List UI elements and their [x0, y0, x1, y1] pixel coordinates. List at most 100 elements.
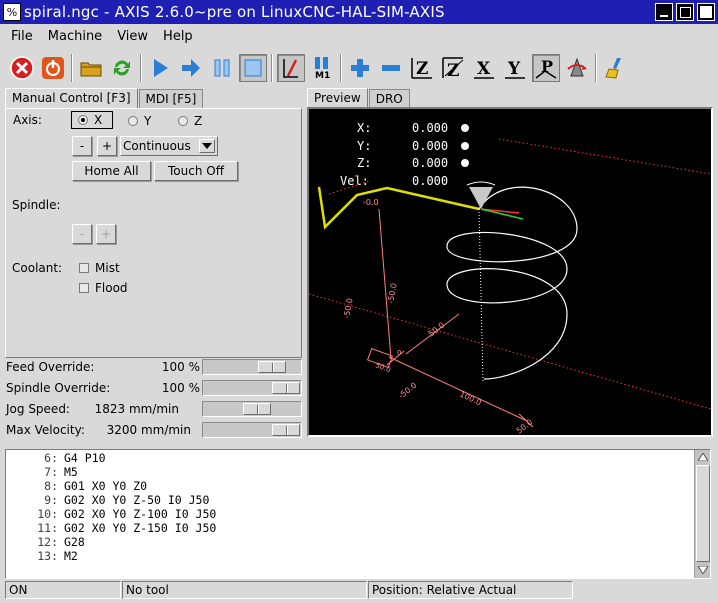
reload-icon [114, 60, 130, 76]
toolbar: M1 Z Z X Y P [0, 50, 718, 86]
toolpath-preview[interactable]: -0.0 -50.0 50.0 50.0 0 -50.0 100.0 50.0 … [307, 107, 713, 437]
rotate-icon [567, 57, 587, 77]
flood-checkbox[interactable]: Flood [79, 281, 128, 295]
view-p-button[interactable]: P [532, 54, 560, 82]
axis-z-radio[interactable]: Z [178, 114, 202, 128]
slider-thumb[interactable] [272, 382, 300, 394]
home-all-button[interactable]: Home All [72, 161, 151, 181]
scroll-up-icon[interactable] [696, 450, 710, 464]
run-button[interactable] [146, 54, 174, 82]
menu-machine[interactable]: Machine [41, 29, 110, 44]
block-delete-button[interactable] [277, 54, 305, 82]
view-p-icon: P [535, 57, 557, 79]
zoom-in-icon [351, 59, 369, 77]
spindle-label: Spindle: [12, 198, 61, 212]
jog-plus-button[interactable]: + [97, 136, 117, 156]
jog-minus-button[interactable]: - [72, 136, 92, 156]
step-button[interactable] [177, 54, 205, 82]
dro-z-value: 0.000 [412, 156, 448, 170]
dro-y-label: Y: [357, 139, 371, 153]
slider-thumb[interactable] [243, 403, 271, 415]
toolbar-separator [271, 54, 273, 82]
gcode-line[interactable]: 12: G28 [6, 535, 696, 549]
toolbar-separator [71, 54, 73, 82]
touch-off-button[interactable]: Touch Off [154, 161, 238, 181]
traverse-path [317, 186, 480, 230]
radio-indicator [78, 115, 88, 125]
dim-label: 50.0 [515, 418, 535, 435]
jog-speed-slider[interactable] [202, 401, 302, 417]
slider-thumb[interactable] [258, 361, 286, 373]
menu-help[interactable]: Help [156, 29, 201, 44]
tab-mdi[interactable]: MDI [F5] [138, 89, 204, 108]
open-file-button[interactable] [77, 54, 105, 82]
gcode-line[interactable]: 8: G01 X0 Y0 Z0 [6, 479, 696, 493]
spindle-minus-button[interactable]: - [72, 224, 92, 244]
slider-thumb[interactable] [272, 424, 300, 436]
gcode-line[interactable]: 10: G02 X0 Y0 Z-100 I0 J50 [6, 507, 696, 521]
max-velocity-row: Max Velocity: 3200 mm/min [5, 421, 302, 439]
spindle-override-slider[interactable] [202, 380, 302, 396]
axis-label: Axis: [13, 113, 42, 127]
app-icon[interactable]: % [3, 3, 21, 21]
svg-text:P: P [541, 57, 553, 76]
zoom-out-icon [382, 65, 400, 71]
max-velocity-slider[interactable] [202, 422, 302, 438]
gcode-scrollbar[interactable] [694, 450, 710, 578]
spindle-plus-button[interactable]: + [96, 224, 116, 244]
zoom-out-button[interactable] [377, 54, 405, 82]
preview-panel: Preview DRO -0.0 -50.0 50.0 50.0 0 -50.0… [307, 88, 713, 437]
estop-button[interactable] [8, 54, 36, 82]
svg-text:Z: Z [416, 59, 428, 79]
view-z-button[interactable]: Z [408, 54, 436, 82]
gcode-line[interactable]: 11: G02 X0 Y0 Z-150 I0 J50 [6, 521, 696, 535]
view-y-button[interactable]: Y [501, 54, 529, 82]
mist-checkbox[interactable]: Mist [79, 261, 120, 275]
estop-icon [10, 56, 34, 80]
minimize-button[interactable] [655, 3, 673, 21]
zoom-in-button[interactable] [346, 54, 374, 82]
dro-y-value: 0.000 [412, 139, 448, 153]
gcode-listing[interactable]: 6: G4 P10 7: M5 8: G01 X0 Y0 Z0 9: G02 X0 Y0… [5, 449, 711, 579]
gcode-line[interactable]: 9: G02 X0 Y0 Z-50 I0 J50 [6, 493, 696, 507]
optional-stop-label: M1 [315, 71, 331, 81]
scroll-down-icon[interactable] [696, 563, 710, 577]
maximize-button[interactable] [676, 3, 694, 21]
menu-view[interactable]: View [110, 29, 156, 44]
reload-button[interactable] [108, 54, 136, 82]
dro-vel-label: Vel: [340, 174, 369, 188]
feed-override-slider[interactable] [202, 359, 302, 375]
pause-button[interactable] [208, 54, 236, 82]
power-button[interactable] [39, 54, 67, 82]
status-bar: ON No tool Position: Relative Actual [0, 580, 718, 600]
clear-backplot-button[interactable] [601, 54, 629, 82]
gcode-line[interactable]: 13: M2 [6, 549, 696, 563]
dro-x-value: 0.000 [412, 121, 448, 135]
tab-preview[interactable]: Preview [307, 88, 368, 108]
rotate-view-button[interactable] [563, 54, 591, 82]
jog-speed-row: Jog Speed: 1823 mm/min [5, 400, 302, 418]
close-window-button[interactable] [697, 3, 715, 21]
dim-label: -50.0 [386, 282, 398, 304]
scroll-thumb[interactable] [696, 465, 710, 562]
tab-dro[interactable]: DRO [368, 89, 410, 108]
flood-label: Flood [95, 281, 128, 295]
axis-x-radio[interactable]: X [71, 111, 114, 129]
dim-label: -50.0 [342, 297, 354, 319]
preview-canvas[interactable]: -0.0 -50.0 50.0 50.0 0 -50.0 100.0 50.0 … [309, 109, 711, 435]
axis-y-radio[interactable]: Y [128, 114, 151, 128]
gcode-line[interactable]: 7: M5 [6, 465, 696, 479]
stop-icon [244, 59, 262, 77]
tab-manual-control[interactable]: Manual Control [F3] [5, 88, 138, 108]
stop-button[interactable] [239, 54, 267, 82]
gcode-line[interactable]: 6: G4 P10 [6, 451, 696, 465]
optional-stop-button[interactable]: M1 [308, 54, 336, 82]
block-delete-icon [283, 59, 298, 78]
view-z2-button[interactable]: Z [439, 54, 467, 82]
chevron-down-icon[interactable] [199, 139, 215, 153]
jog-mode-select[interactable]: Continuous [120, 136, 218, 156]
menu-file[interactable]: File [4, 29, 41, 44]
view-x-button[interactable]: X [470, 54, 498, 82]
checkbox-indicator [79, 283, 89, 293]
jog-mode-value: Continuous [123, 139, 191, 153]
